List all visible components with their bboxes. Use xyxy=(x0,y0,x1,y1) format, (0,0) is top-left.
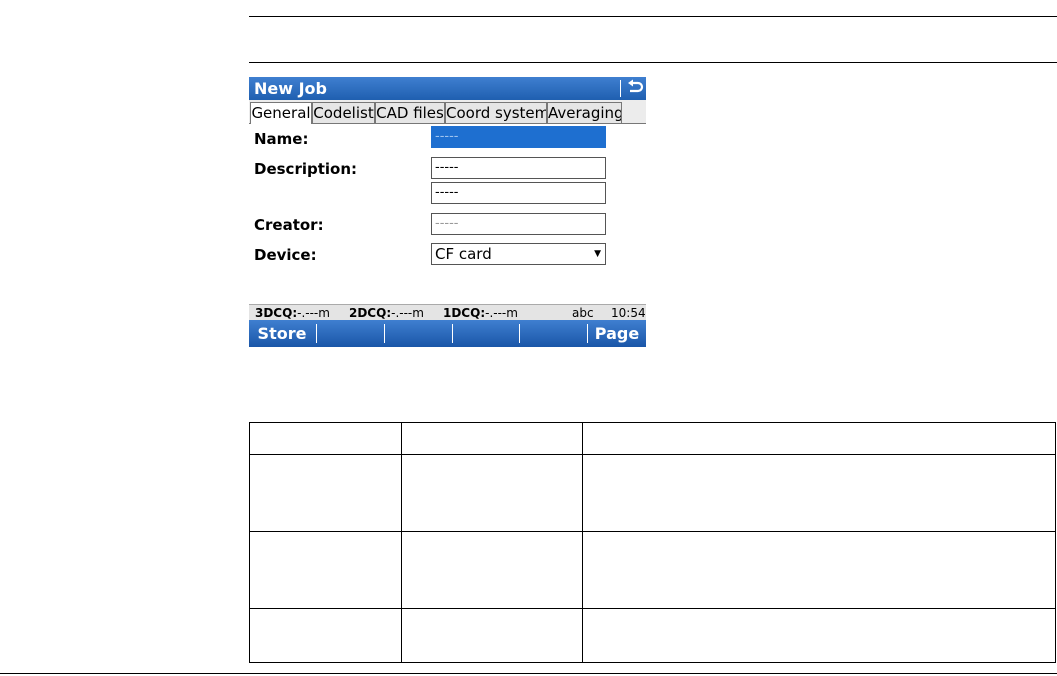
name-label: Name: xyxy=(254,130,309,148)
clock: 10:54 xyxy=(611,306,646,320)
tab-label: CAD files xyxy=(376,104,444,122)
tab-label: Codelist xyxy=(313,104,374,122)
creator-label: Creator: xyxy=(254,216,324,234)
tab-label: General xyxy=(251,104,311,122)
3d-quality: 3DCQ:-.---m xyxy=(255,306,330,320)
table-row xyxy=(249,531,1056,609)
back-arrow-icon[interactable] xyxy=(626,79,644,97)
tab-general[interactable]: General xyxy=(250,102,312,124)
table-cell xyxy=(582,454,1056,532)
table-cell xyxy=(401,454,583,532)
page-header-rule xyxy=(249,62,1057,63)
creator-field[interactable]: ----- xyxy=(431,213,606,235)
window-title: New Job xyxy=(254,79,327,98)
tab-bar: General Codelist CAD files Coord system … xyxy=(249,100,646,124)
description-label: Description: xyxy=(254,160,358,178)
tab-coord-system[interactable]: Coord system xyxy=(445,102,547,123)
store-button[interactable]: Store xyxy=(249,320,315,347)
table-cell xyxy=(582,608,1056,663)
softkey-bar: Store Page xyxy=(249,320,646,347)
page-bottom-rule xyxy=(0,673,1057,674)
table-cell xyxy=(249,608,402,663)
name-field[interactable]: ----- xyxy=(431,126,606,148)
status-bar: 3DCQ:-.---m 2DCQ:-.---m 1DCQ:-.---m abc … xyxy=(249,304,646,321)
table-header-cell xyxy=(582,422,1056,455)
title-separator xyxy=(620,80,621,97)
softkey-f3[interactable] xyxy=(385,320,452,347)
tab-label: Coord system xyxy=(446,104,547,122)
title-bar: New Job xyxy=(249,77,646,100)
device-screen: New Job General Codelist CAD files Coord… xyxy=(249,77,646,347)
table-header-cell xyxy=(249,422,402,455)
table-header-row xyxy=(249,422,1056,455)
device-dropdown[interactable]: CF card ▼ xyxy=(431,243,606,265)
chevron-down-icon: ▼ xyxy=(594,249,601,259)
table-cell xyxy=(401,531,583,609)
table-cell xyxy=(249,531,402,609)
1d-quality: 1DCQ:-.---m xyxy=(443,306,518,320)
table-cell xyxy=(401,608,583,663)
table-cell xyxy=(582,531,1056,609)
input-mode: abc xyxy=(572,306,594,320)
table-row xyxy=(249,608,1056,663)
2d-quality: 2DCQ:-.---m xyxy=(349,306,424,320)
device-label: Device: xyxy=(254,246,317,264)
tab-codelist[interactable]: Codelist xyxy=(312,102,375,123)
description-field-1[interactable]: ----- xyxy=(431,157,606,179)
tab-label: Averaging xyxy=(548,104,622,122)
description-field-2[interactable]: ----- xyxy=(431,182,606,204)
page-button[interactable]: Page xyxy=(588,320,646,347)
tab-averaging[interactable]: Averaging xyxy=(547,102,622,123)
table-header-cell xyxy=(401,422,583,455)
page-top-rule xyxy=(249,16,1057,17)
description-table xyxy=(249,422,1056,663)
tab-cad-files[interactable]: CAD files xyxy=(375,102,445,123)
softkey-f5[interactable] xyxy=(520,320,587,347)
table-cell xyxy=(249,454,402,532)
table-row xyxy=(249,454,1056,532)
device-value: CF card xyxy=(435,245,492,263)
softkey-f2[interactable] xyxy=(317,320,384,347)
softkey-f4[interactable] xyxy=(453,320,519,347)
